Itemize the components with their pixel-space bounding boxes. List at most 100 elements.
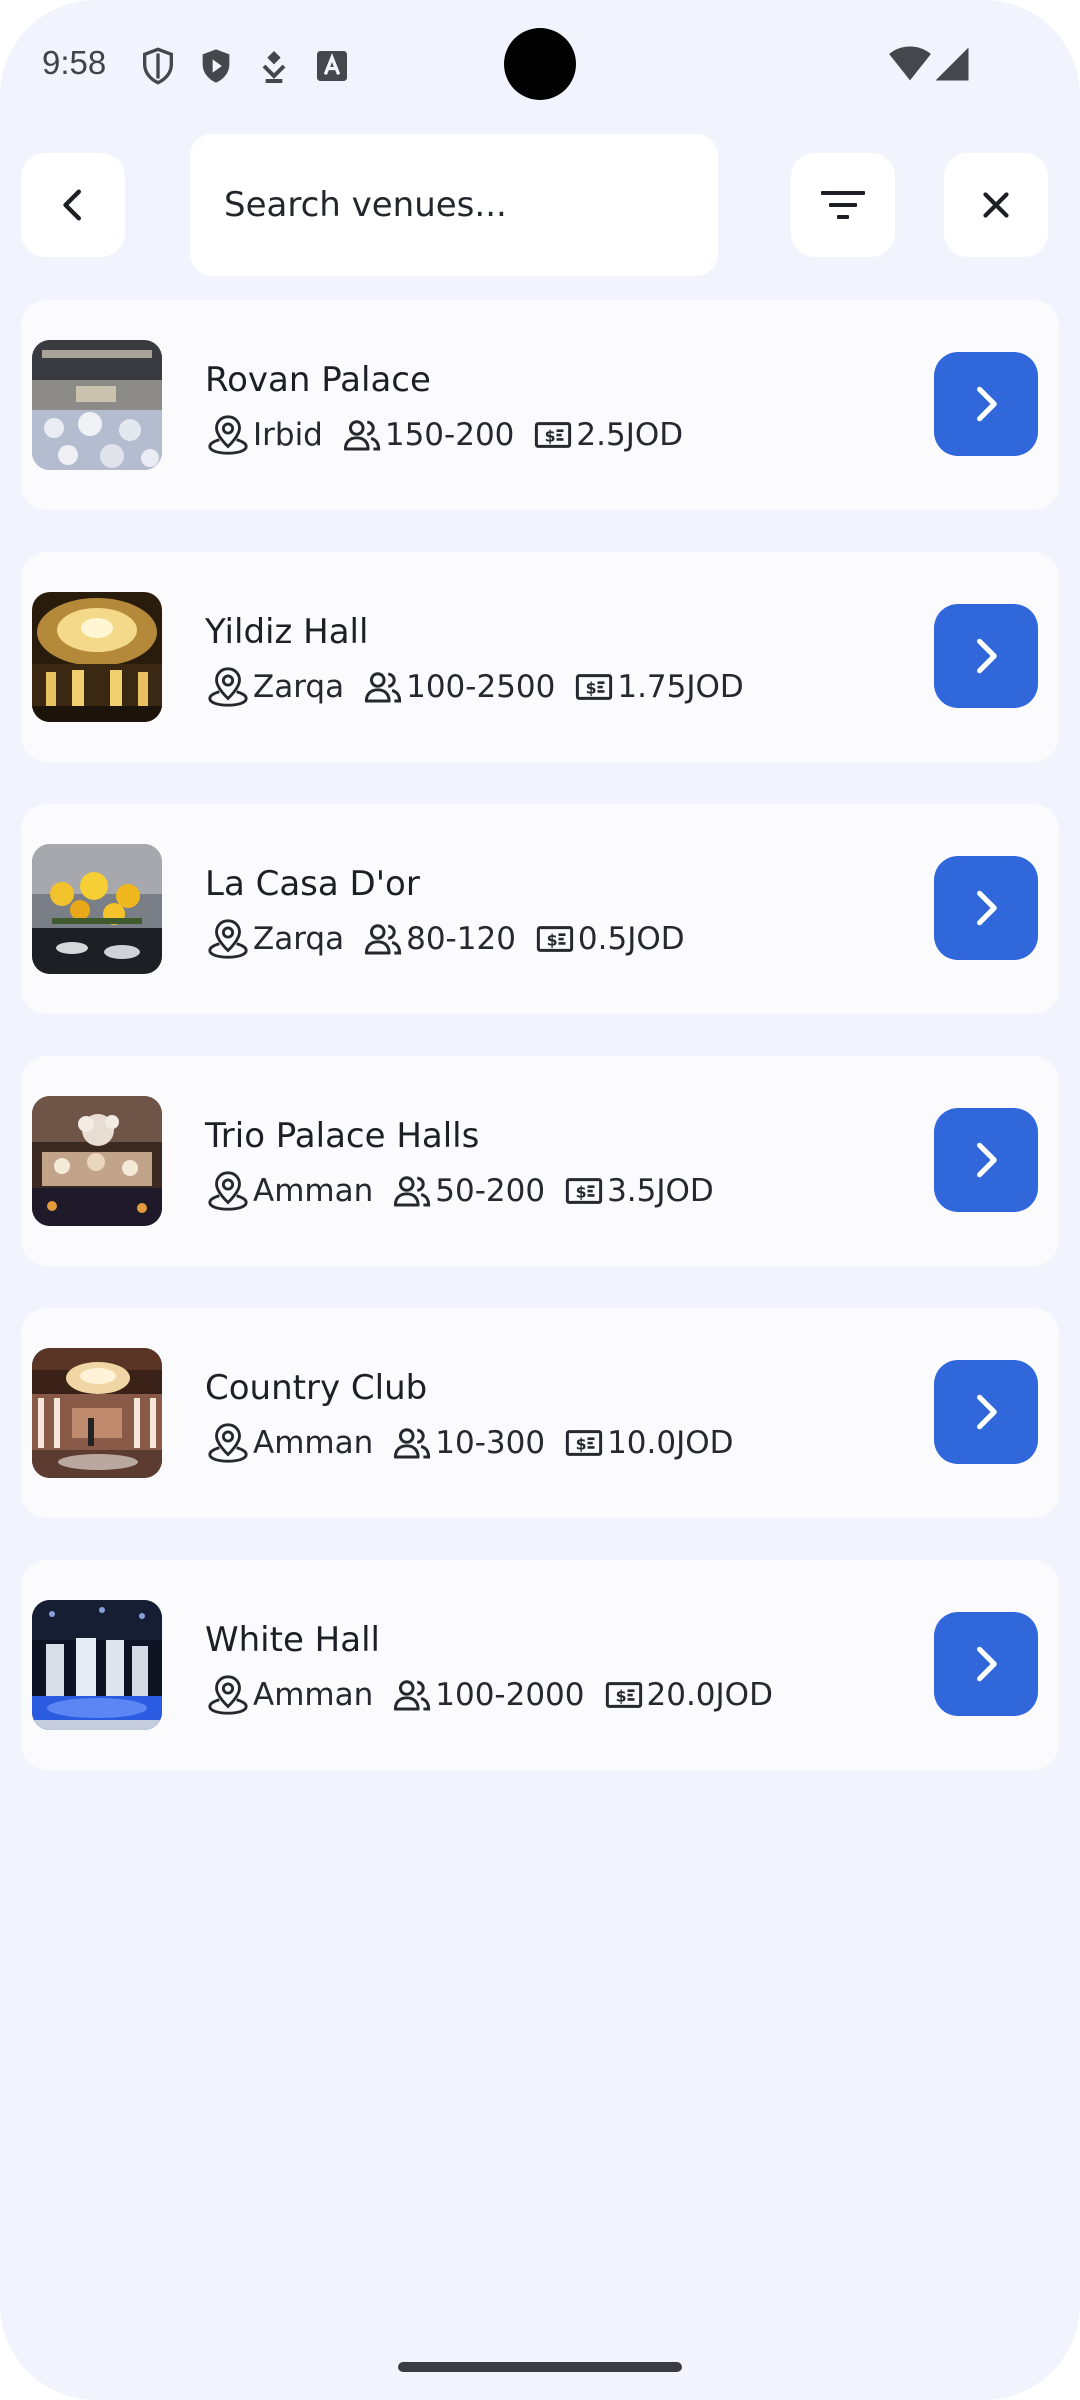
svg-text:$: $	[576, 1182, 587, 1201]
open-venue-button[interactable]	[934, 352, 1038, 456]
venue-city: Amman	[253, 1173, 374, 1209]
venue-card[interactable]: White Hall Amman 100-2000 $ 20.0JOD	[21, 1560, 1059, 1770]
open-venue-button[interactable]	[934, 1108, 1038, 1212]
text-a-icon	[317, 51, 347, 81]
venue-photo	[32, 340, 162, 470]
open-venue-button[interactable]	[934, 856, 1038, 960]
home-indicator[interactable]	[398, 2362, 682, 2372]
chevron-right-icon	[977, 1646, 997, 1682]
venue-meta: Zarqa 100-2500 $ 1.75JOD	[205, 664, 762, 710]
svg-text:$: $	[576, 1434, 587, 1453]
cash-icon: $	[565, 1430, 603, 1456]
open-venue-button[interactable]	[934, 1360, 1038, 1464]
chevron-right-icon	[977, 890, 997, 926]
venue-search-screen: 9:58 Search venues... Rovan Palace Irbid…	[0, 0, 1080, 2400]
svg-text:$: $	[545, 426, 556, 445]
venue-card[interactable]: La Casa D'or Zarqa 80-120 $ 0.5JOD	[21, 804, 1059, 1014]
venue-price-value: 3.5JOD	[607, 1173, 714, 1209]
map-pin-icon	[208, 1171, 248, 1211]
venue-price-value: 0.5JOD	[577, 921, 685, 957]
map-pin-icon	[208, 919, 248, 959]
venue-price: $ 1.75JOD	[573, 666, 744, 708]
status-time: 9:58	[42, 44, 107, 81]
wifi-icon	[889, 46, 931, 81]
venue-card[interactable]: Rovan Palace Irbid 150-200 $ 2.5JOD	[21, 300, 1059, 510]
venue-price-value: 10.0JOD	[607, 1425, 734, 1461]
venue-capacity: 80-120	[362, 918, 516, 960]
people-icon	[394, 1680, 431, 1711]
venue-price-value: 2.5JOD	[576, 417, 684, 453]
filter-lines-icon	[821, 191, 865, 219]
venue-price-value: 20.0JOD	[646, 1677, 773, 1713]
open-venue-button[interactable]	[934, 604, 1038, 708]
map-pin-icon	[208, 1423, 248, 1463]
venue-price: $ 2.5JOD	[532, 414, 683, 456]
venue-city: Zarqa	[253, 669, 345, 705]
venue-city: Amman	[253, 1677, 374, 1713]
camera-cutout	[504, 28, 576, 100]
venue-price: $ 0.5JOD	[534, 918, 685, 960]
venue-card[interactable]: Trio Palace Halls Amman 50-200 $ 3.5JOD	[21, 1056, 1059, 1266]
cash-icon: $	[576, 674, 613, 700]
venue-name: Trio Palace Halls	[205, 1116, 480, 1156]
map-pin-icon	[208, 667, 248, 707]
svg-text:$: $	[615, 1686, 626, 1705]
map-pin-icon	[208, 415, 248, 455]
filter-button[interactable]	[791, 153, 895, 257]
venue-location: Amman	[205, 1420, 373, 1466]
people-icon	[364, 924, 402, 955]
venue-card[interactable]: Country Club Amman 10-300 $ 10.0JOD	[21, 1308, 1059, 1518]
arrow-back-icon	[63, 189, 82, 221]
venue-capacity-value: 80-120	[406, 921, 516, 957]
venue-capacity-value: 100-2000	[435, 1677, 585, 1713]
venue-location: Zarqa	[205, 916, 344, 962]
venue-capacity: 50-200	[391, 1170, 545, 1212]
venue-name: La Casa D'or	[205, 864, 420, 904]
venue-city: Zarqa	[253, 921, 345, 957]
venue-capacity: 10-300	[391, 1422, 545, 1464]
download-arrow-icon	[262, 51, 286, 83]
venue-city: Irbid	[253, 417, 323, 453]
venue-name: Country Club	[205, 1368, 428, 1408]
venue-location: Amman	[205, 1168, 373, 1214]
close-icon	[983, 192, 1009, 218]
venue-location: Irbid	[205, 412, 323, 458]
venue-name: Rovan Palace	[205, 360, 431, 400]
venue-list: Rovan Palace Irbid 150-200 $ 2.5JOD Yild…	[21, 300, 1059, 1812]
venue-capacity: 100-2000	[391, 1674, 585, 1716]
venue-card[interactable]: Yildiz Hall Zarqa 100-2500 $ 1.75JOD	[21, 552, 1059, 762]
venue-capacity-value: 50-200	[435, 1173, 546, 1209]
venue-location: Amman	[205, 1672, 373, 1718]
venue-capacity-value: 150-200	[384, 417, 515, 453]
people-icon	[343, 420, 380, 451]
venue-photo	[32, 1600, 162, 1730]
venue-name: White Hall	[205, 1620, 380, 1660]
open-venue-button[interactable]	[934, 1612, 1038, 1716]
venue-price: $ 3.5JOD	[563, 1170, 714, 1212]
search-box[interactable]	[190, 134, 718, 276]
venue-meta: Zarqa 80-120 $ 0.5JOD	[205, 916, 703, 962]
venue-capacity-value: 100-2500	[406, 669, 556, 705]
people-icon	[364, 672, 402, 703]
search-input[interactable]	[222, 184, 696, 226]
status-bar: 9:58	[0, 0, 1080, 130]
venue-price: $ 20.0JOD	[603, 1674, 773, 1716]
svg-text:$: $	[586, 678, 597, 697]
chevron-right-icon	[977, 1142, 997, 1178]
venue-photo	[32, 1348, 162, 1478]
venue-meta: Amman 100-2000 $ 20.0JOD	[205, 1672, 791, 1718]
svg-text:$: $	[547, 930, 558, 949]
shield-play-icon	[202, 49, 230, 83]
cash-icon: $	[605, 1682, 642, 1708]
people-icon	[394, 1428, 431, 1459]
venue-location: Zarqa	[205, 664, 344, 710]
cash-icon: $	[535, 422, 572, 448]
back-button[interactable]	[21, 153, 125, 257]
chevron-right-icon	[977, 386, 997, 422]
shield-outline-icon	[143, 47, 173, 85]
venue-price: $ 10.0JOD	[563, 1422, 734, 1464]
close-button[interactable]	[944, 153, 1048, 257]
venue-photo	[32, 844, 162, 974]
venue-meta: Irbid 150-200 $ 2.5JOD	[205, 412, 701, 458]
cash-icon: $	[536, 926, 574, 952]
